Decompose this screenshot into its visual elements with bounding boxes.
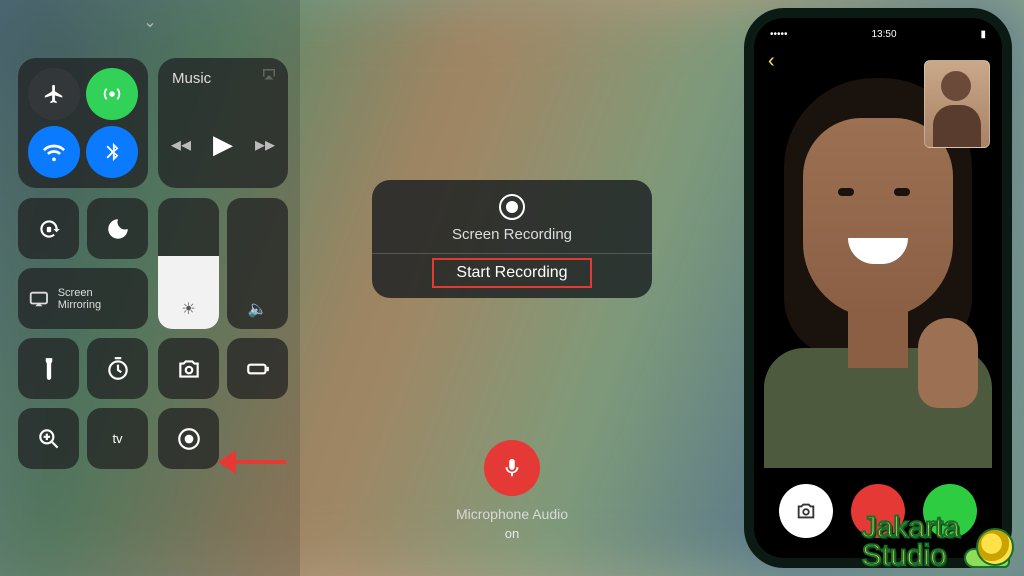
camera-icon bbox=[795, 500, 817, 522]
pip-thumbnail[interactable] bbox=[924, 60, 990, 148]
music-pod[interactable]: Music ◂◂ ▶ ▸▸ bbox=[158, 58, 288, 188]
airplay-icon[interactable] bbox=[260, 66, 278, 84]
flashlight-icon bbox=[36, 356, 62, 382]
camera-button[interactable] bbox=[158, 338, 219, 399]
moon-icon bbox=[105, 216, 131, 242]
status-bar: ••••• 13:50 ▮ bbox=[754, 24, 1002, 44]
low-power-toggle[interactable] bbox=[227, 338, 288, 399]
phone-mockup: ••••• 13:50 ▮ ‹ bbox=[744, 8, 1012, 568]
music-title: Music bbox=[172, 70, 211, 87]
forward-icon[interactable]: ▸▸ bbox=[255, 132, 275, 157]
volume-slider[interactable]: 🔈 bbox=[227, 198, 288, 329]
apple-tv-button[interactable]: tv bbox=[87, 408, 148, 469]
timer-button[interactable] bbox=[87, 338, 148, 399]
sheet-title: Screen Recording bbox=[372, 226, 652, 243]
airplane-toggle[interactable] bbox=[28, 68, 80, 120]
start-recording-button[interactable]: Start Recording bbox=[372, 254, 652, 292]
highlight-box bbox=[432, 258, 592, 288]
record-icon bbox=[176, 426, 202, 452]
airplane-icon bbox=[43, 83, 65, 105]
screen-record-button[interactable] bbox=[158, 408, 219, 469]
carrier-dots: ••••• bbox=[770, 29, 788, 40]
snail-icon bbox=[964, 526, 1018, 570]
magnifier-icon bbox=[36, 426, 62, 452]
watermark-logo: Jakarta Studio bbox=[862, 514, 1018, 570]
status-time: 13:50 bbox=[871, 29, 896, 40]
bluetooth-icon bbox=[101, 141, 123, 163]
screen-mirroring-label: Screen Mirroring bbox=[58, 287, 138, 311]
cellular-icon bbox=[101, 83, 123, 105]
do-not-disturb-toggle[interactable] bbox=[87, 198, 148, 259]
switch-camera-button[interactable] bbox=[779, 484, 833, 538]
volume-icon: 🔈 bbox=[248, 299, 268, 319]
screen-mirroring-button[interactable]: Screen Mirroring bbox=[18, 268, 148, 329]
chevron-down-icon[interactable]: ⌄ bbox=[143, 12, 156, 32]
wifi-toggle[interactable] bbox=[28, 126, 80, 178]
brightness-icon: ☀ bbox=[181, 299, 195, 319]
battery-icon bbox=[245, 356, 271, 382]
wifi-icon bbox=[43, 141, 65, 163]
control-center-panel: ⌄ Music ◂◂ ▶ ▸▸ Screen M bbox=[0, 0, 300, 576]
microphone-icon bbox=[501, 457, 523, 479]
rewind-icon[interactable]: ◂◂ bbox=[171, 132, 191, 157]
camera-icon bbox=[176, 356, 202, 382]
record-icon bbox=[499, 194, 525, 220]
screen-recording-sheet: Screen Recording Start Recording bbox=[372, 180, 652, 298]
microphone-label: Microphone Audio bbox=[300, 506, 724, 522]
microphone-state: on bbox=[300, 526, 724, 541]
microphone-toggle[interactable] bbox=[484, 440, 540, 496]
magnifier-button[interactable] bbox=[18, 408, 79, 469]
rotation-lock-icon bbox=[36, 216, 62, 242]
back-button[interactable]: ‹ bbox=[768, 50, 775, 73]
bluetooth-toggle[interactable] bbox=[86, 126, 138, 178]
play-icon[interactable]: ▶ bbox=[213, 129, 233, 160]
phone-screen: ••••• 13:50 ▮ ‹ bbox=[754, 18, 1002, 558]
brightness-slider[interactable]: ☀ bbox=[158, 198, 219, 329]
flashlight-toggle[interactable] bbox=[18, 338, 79, 399]
connectivity-pod bbox=[18, 58, 148, 188]
battery-icon: ▮ bbox=[980, 29, 986, 40]
cellular-toggle[interactable] bbox=[86, 68, 138, 120]
screen-recording-sheet-area: Screen Recording Start Recording Microph… bbox=[300, 0, 724, 576]
timer-icon bbox=[105, 356, 131, 382]
screen-mirroring-icon bbox=[28, 288, 50, 310]
rotation-lock-toggle[interactable] bbox=[18, 198, 79, 259]
